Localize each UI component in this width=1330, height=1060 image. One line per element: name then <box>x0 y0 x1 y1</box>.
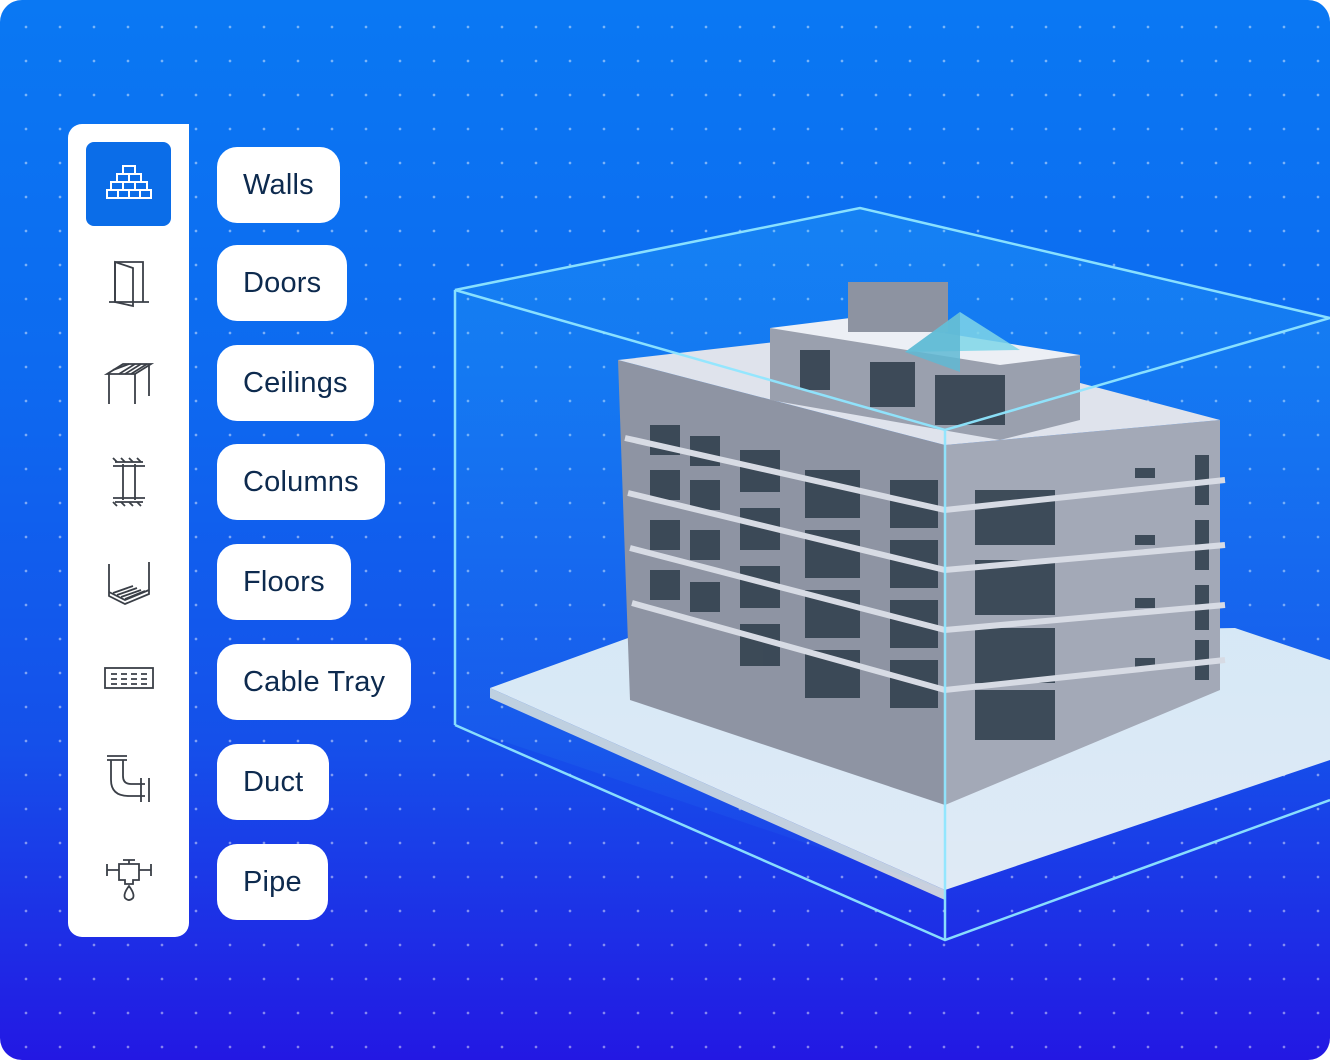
column-icon <box>111 457 145 507</box>
category-chip-floors[interactable]: Floors <box>217 544 351 620</box>
ceiling-icon <box>103 363 154 404</box>
category-chip-ceilings[interactable]: Ceilings <box>217 345 374 421</box>
sidebar-item-columns[interactable] <box>86 440 171 524</box>
sidebar-item-walls[interactable] <box>86 142 171 226</box>
sidebar-item-duct[interactable] <box>86 736 171 820</box>
category-chip-duct[interactable]: Duct <box>217 744 330 820</box>
duct-icon <box>106 755 150 802</box>
sidebar-item-pipe[interactable] <box>86 836 171 920</box>
category-chip-pipe[interactable]: Pipe <box>217 844 328 920</box>
category-chip-doors[interactable]: Doors <box>217 245 348 321</box>
sidebar-item-ceilings[interactable] <box>86 340 171 424</box>
brick-wall-icon <box>105 165 152 199</box>
category-chip-columns[interactable]: Columns <box>217 444 385 520</box>
category-chip-walls[interactable]: Walls <box>217 147 340 223</box>
category-chip-cable-tray[interactable]: Cable Tray <box>217 644 412 720</box>
floor-icon <box>107 562 150 605</box>
category-sidebar <box>68 124 189 937</box>
door-icon <box>108 260 149 308</box>
pipe-icon <box>105 859 152 901</box>
sidebar-item-floors[interactable] <box>86 540 171 624</box>
building-model-illustration <box>453 206 1330 942</box>
sidebar-item-cable-tray[interactable] <box>86 636 171 720</box>
sidebar-item-doors[interactable] <box>86 240 171 324</box>
canvas: Walls Doors Ceilings Columns Floors Cabl… <box>0 0 1330 1060</box>
cable-tray-icon <box>103 667 154 689</box>
